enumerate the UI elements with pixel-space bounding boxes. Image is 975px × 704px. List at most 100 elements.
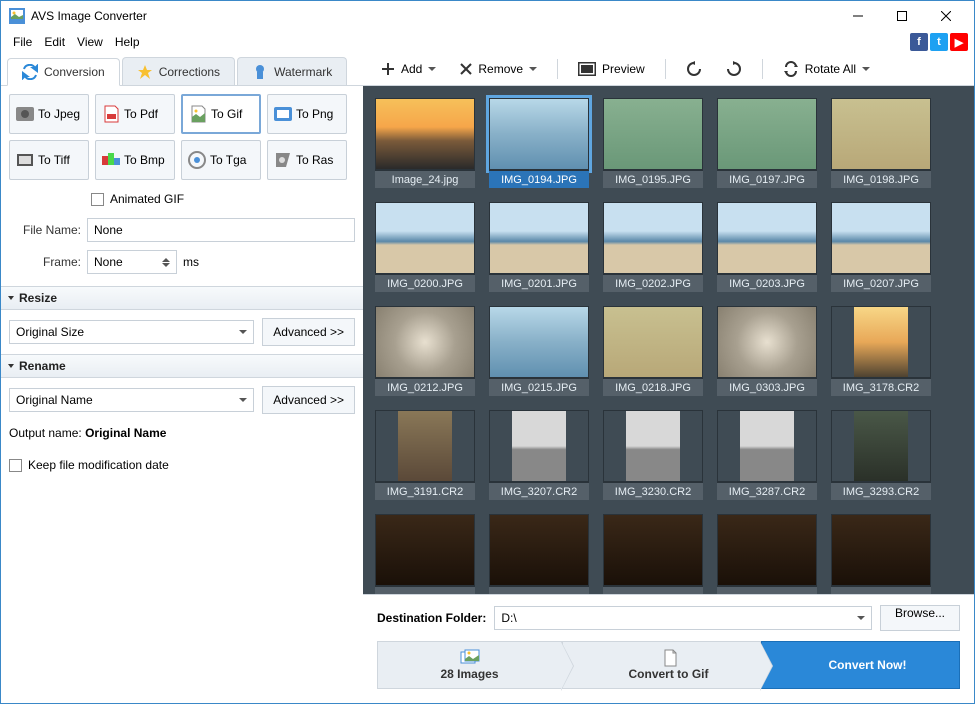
tab-watermark[interactable]: Watermark <box>237 57 347 85</box>
thumbnail-image <box>717 202 817 274</box>
format-button-to-tiff[interactable]: To Tiff <box>9 140 89 180</box>
thumbnail[interactable]: IMG_0203.JPG <box>717 202 817 292</box>
watermark-icon <box>252 64 268 80</box>
thumbnail[interactable] <box>489 514 589 594</box>
browse-button[interactable]: Browse... <box>880 605 960 631</box>
app-icon <box>9 8 25 24</box>
thumbnail[interactable] <box>603 514 703 594</box>
resize-header[interactable]: Resize <box>1 286 363 310</box>
step-images-label: 28 Images <box>440 667 498 681</box>
format-button-to-ras[interactable]: To Ras <box>267 140 347 180</box>
thumbnail-image <box>831 514 931 586</box>
tabbar: Conversion Corrections Watermark <box>1 53 363 85</box>
dropdown-icon <box>239 398 247 402</box>
format-icon <box>189 105 207 123</box>
menu-help[interactable]: Help <box>109 33 146 51</box>
thumbnail[interactable]: IMG_3293.CR2 <box>831 410 931 500</box>
thumbnail-gallery[interactable]: Image_24.jpgIMG_0194.JPGIMG_0195.JPGIMG_… <box>363 86 974 594</box>
rotate-left-icon <box>686 61 702 77</box>
rename-advanced-button[interactable]: Advanced >> <box>262 386 355 414</box>
collapse-icon <box>8 364 14 368</box>
thumbnail[interactable]: IMG_0202.JPG <box>603 202 703 292</box>
thumbnail-image <box>603 98 703 170</box>
thumbnail[interactable]: IMG_0215.JPG <box>489 306 589 396</box>
rotate-left-button[interactable] <box>676 56 712 82</box>
destination-combo[interactable]: D:\ <box>494 606 872 630</box>
window-title: AVS Image Converter <box>31 9 836 23</box>
thumbnail[interactable] <box>717 514 817 594</box>
youtube-icon[interactable]: ▶ <box>950 33 968 51</box>
format-button-to-png[interactable]: To Png <box>267 94 347 134</box>
thumbnail[interactable]: IMG_0207.JPG <box>831 202 931 292</box>
remove-button[interactable]: Remove <box>450 56 547 82</box>
menu-view[interactable]: View <box>71 33 109 51</box>
thumbnail[interactable]: IMG_3207.CR2 <box>489 410 589 500</box>
maximize-button[interactable] <box>880 2 924 30</box>
rotate-right-button[interactable] <box>716 56 752 82</box>
minimize-button[interactable] <box>836 2 880 30</box>
thumbnail[interactable]: IMG_0201.JPG <box>489 202 589 292</box>
close-button[interactable] <box>924 2 968 30</box>
resize-combo[interactable]: Original Size <box>9 320 254 344</box>
rename-combo[interactable]: Original Name <box>9 388 254 412</box>
thumbnail[interactable]: IMG_0197.JPG <box>717 98 817 188</box>
dropdown-icon <box>857 616 865 620</box>
thumbnail[interactable]: IMG_3191.CR2 <box>375 410 475 500</box>
thumbnail-image <box>603 514 703 586</box>
keep-date-checkbox[interactable] <box>9 459 22 472</box>
thumbnail[interactable]: Image_24.jpg <box>375 98 475 188</box>
frame-spinner[interactable]: None <box>87 250 177 274</box>
thumbnail[interactable]: IMG_3178.CR2 <box>831 306 931 396</box>
rotate-all-button[interactable]: Rotate All <box>773 56 880 82</box>
filename-input[interactable] <box>87 218 355 242</box>
step-convert-to: Convert to Gif <box>562 641 761 689</box>
thumbnail-caption: IMG_3293.CR2 <box>831 482 931 500</box>
format-button-to-gif[interactable]: To Gif <box>181 94 261 134</box>
thumbnail-caption: IMG_0203.JPG <box>717 274 817 292</box>
thumbnail[interactable]: IMG_0218.JPG <box>603 306 703 396</box>
thumbnail[interactable]: IMG_0194.JPG <box>489 98 589 188</box>
thumbnail[interactable]: IMG_3230.CR2 <box>603 410 703 500</box>
thumbnail-image <box>489 306 589 378</box>
format-button-to-pdf[interactable]: To Pdf <box>95 94 175 134</box>
thumbnail-image <box>717 514 817 586</box>
rename-header[interactable]: Rename <box>1 354 363 378</box>
thumbnail-image <box>717 306 817 378</box>
thumbnail[interactable]: IMG_0303.JPG <box>717 306 817 396</box>
thumbnail[interactable]: IMG_0212.JPG <box>375 306 475 396</box>
thumbnail-caption: Image_24.jpg <box>375 170 475 188</box>
thumbnail-image <box>489 514 589 586</box>
toolbar: Add Remove Preview Rotate All <box>363 53 974 85</box>
remove-label: Remove <box>478 62 523 76</box>
add-button[interactable]: Add <box>371 56 446 82</box>
rotate-all-label: Rotate All <box>805 62 856 76</box>
x-icon <box>460 63 472 75</box>
format-icon <box>274 151 292 169</box>
thumbnail[interactable] <box>831 514 931 594</box>
thumbnail-caption: IMG_0197.JPG <box>717 170 817 188</box>
output-name-value: Original Name <box>85 426 166 440</box>
thumbnail[interactable]: IMG_3287.CR2 <box>717 410 817 500</box>
animated-gif-checkbox[interactable] <box>91 193 104 206</box>
thumbnail-caption: IMG_0202.JPG <box>603 274 703 292</box>
resize-advanced-button[interactable]: Advanced >> <box>262 318 355 346</box>
format-button-to-tga[interactable]: To Tga <box>181 140 261 180</box>
menu-edit[interactable]: Edit <box>38 33 71 51</box>
thumbnail-image <box>375 410 475 482</box>
thumbnail[interactable]: IMG_0200.JPG <box>375 202 475 292</box>
facebook-icon[interactable]: f <box>910 33 928 51</box>
thumbnail[interactable] <box>375 514 475 594</box>
preview-button[interactable]: Preview <box>568 56 655 82</box>
thumbnail[interactable]: IMG_0198.JPG <box>831 98 931 188</box>
twitter-icon[interactable]: t <box>930 33 948 51</box>
thumbnail[interactable]: IMG_0195.JPG <box>603 98 703 188</box>
format-button-to-jpeg[interactable]: To Jpeg <box>9 94 89 134</box>
convert-now-button[interactable]: Convert Now! <box>761 641 960 689</box>
format-button-to-bmp[interactable]: To Bmp <box>95 140 175 180</box>
menu-file[interactable]: File <box>7 33 38 51</box>
thumbnail-caption: IMG_0218.JPG <box>603 378 703 396</box>
tab-corrections[interactable]: Corrections <box>122 57 235 85</box>
thumbnail-image <box>603 202 703 274</box>
tab-conversion[interactable]: Conversion <box>7 58 120 86</box>
dropdown-icon <box>529 67 537 71</box>
